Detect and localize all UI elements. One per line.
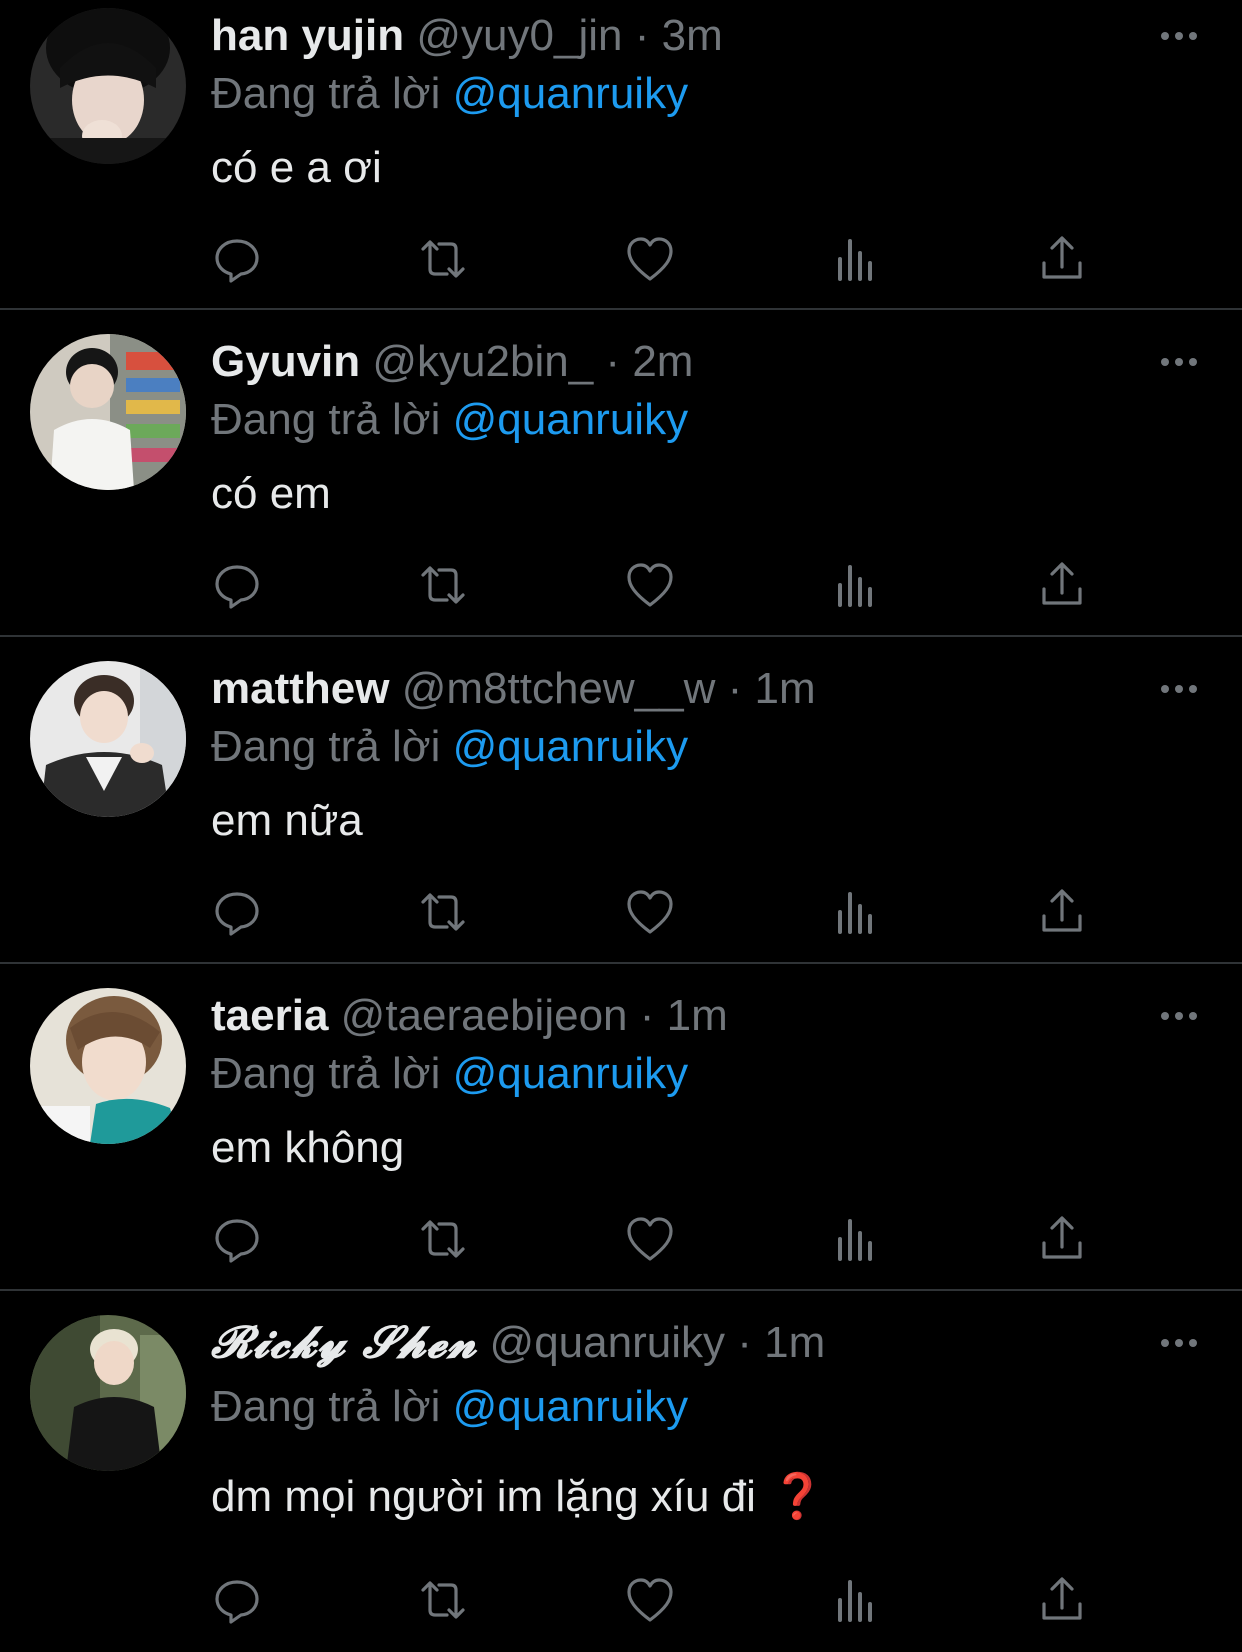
mention-link[interactable]: @quanruiky — [453, 1382, 688, 1431]
tweet-text: em nữa — [211, 796, 363, 845]
more-options-icon[interactable] — [1158, 679, 1200, 699]
reply-icon[interactable] — [211, 1574, 263, 1626]
timestamp[interactable]: 2m — [632, 337, 693, 386]
avatar[interactable] — [30, 661, 186, 817]
more-options-icon[interactable] — [1158, 1006, 1200, 1026]
more-options-icon[interactable] — [1158, 352, 1200, 372]
views-icon[interactable] — [830, 1213, 882, 1265]
mention-link[interactable]: @quanruiky — [453, 722, 688, 771]
display-name[interactable]: Gyuvin — [211, 337, 360, 386]
timestamp[interactable]: 1m — [667, 991, 728, 1040]
timestamp[interactable]: 1m — [755, 664, 816, 713]
avatar[interactable] — [30, 1315, 186, 1471]
tweet-item[interactable]: han yujin @yuy0_jin · 3m Đang trả lời @q… — [0, 0, 1242, 310]
separator-dot: · — [639, 991, 655, 1040]
display-name[interactable]: 𝓡𝓲𝓬𝓴𝔂 𝓢𝓱𝓮𝓷 — [211, 1317, 477, 1368]
separator-dot: · — [727, 664, 743, 713]
like-icon[interactable] — [624, 1574, 676, 1626]
replying-to: Đang trả lời @quanruiky — [211, 66, 688, 122]
display-name[interactable]: matthew — [211, 664, 389, 713]
more-options-icon[interactable] — [1158, 26, 1200, 46]
views-icon[interactable] — [830, 886, 882, 938]
tweet-text: có em — [211, 469, 331, 518]
display-name[interactable]: han yujin — [211, 11, 404, 60]
replying-to-label: Đang trả lời — [211, 395, 441, 444]
user-handle[interactable]: @taeraebijeon — [341, 991, 628, 1040]
replying-to-label: Đang trả lời — [211, 722, 441, 771]
mention-link[interactable]: @quanruiky — [453, 69, 688, 118]
tweet-text-content: dm mọi người im lặng xíu đi — [211, 1472, 756, 1521]
tweet-item[interactable]: taeria @taeraebijeon · 1m Đang trả lời @… — [0, 964, 1242, 1290]
like-icon[interactable] — [624, 233, 676, 285]
share-icon[interactable] — [1036, 1574, 1088, 1626]
question-mark-emoji: ❓ — [769, 1472, 825, 1521]
views-icon[interactable] — [830, 1574, 882, 1626]
separator-dot: · — [634, 11, 650, 60]
mention-link[interactable]: @quanruiky — [453, 1049, 688, 1098]
tweet-header: Gyuvin @kyu2bin_ · 2m — [211, 334, 693, 390]
replying-to: Đang trả lời @quanruiky — [211, 392, 688, 448]
like-icon[interactable] — [624, 1213, 676, 1265]
share-icon[interactable] — [1036, 559, 1088, 611]
retweet-icon[interactable] — [417, 233, 469, 285]
views-icon[interactable] — [830, 559, 882, 611]
retweet-icon[interactable] — [417, 559, 469, 611]
tweet-text: có e a ơi — [211, 143, 382, 192]
reply-icon[interactable] — [211, 233, 263, 285]
tweet-text: em không — [211, 1123, 405, 1172]
user-handle[interactable]: @m8ttchew__w — [402, 664, 716, 713]
replying-to-label: Đang trả lời — [211, 69, 441, 118]
reply-icon[interactable] — [211, 886, 263, 938]
share-icon[interactable] — [1036, 886, 1088, 938]
replying-to: Đang trả lời @quanruiky — [211, 719, 688, 775]
tweet-header: han yujin @yuy0_jin · 3m — [211, 8, 723, 64]
share-icon[interactable] — [1036, 1213, 1088, 1265]
replying-to-label: Đang trả lời — [211, 1382, 441, 1431]
avatar[interactable] — [30, 334, 186, 490]
tweet-header: matthew @m8ttchew__w · 1m — [211, 661, 816, 717]
separator-dot: · — [737, 1318, 752, 1367]
tweet-item[interactable]: Gyuvin @kyu2bin_ · 2m Đang trả lời @quan… — [0, 310, 1242, 636]
avatar[interactable] — [30, 988, 186, 1144]
share-icon[interactable] — [1036, 233, 1088, 285]
retweet-icon[interactable] — [417, 1213, 469, 1265]
mention-link[interactable]: @quanruiky — [453, 395, 688, 444]
replying-to: Đang trả lời @quanruiky — [211, 1379, 688, 1435]
user-handle[interactable]: @quanruiky — [490, 1318, 725, 1367]
tweet-item[interactable]: matthew @m8ttchew__w · 1m Đang trả lời @… — [0, 637, 1242, 963]
replying-to-label: Đang trả lời — [211, 1049, 441, 1098]
tweet-header: taeria @taeraebijeon · 1m — [211, 988, 728, 1044]
user-handle[interactable]: @yuy0_jin — [416, 11, 622, 60]
display-name[interactable]: taeria — [211, 991, 328, 1040]
tweet-text: dm mọi người im lặng xíu đi ❓ — [211, 1469, 825, 1525]
retweet-icon[interactable] — [417, 886, 469, 938]
more-options-icon[interactable] — [1158, 1333, 1200, 1353]
reply-icon[interactable] — [211, 559, 263, 611]
retweet-icon[interactable] — [417, 1574, 469, 1626]
reply-icon[interactable] — [211, 1213, 263, 1265]
like-icon[interactable] — [624, 886, 676, 938]
views-icon[interactable] — [830, 233, 882, 285]
avatar[interactable] — [30, 8, 186, 164]
replying-to: Đang trả lời @quanruiky — [211, 1046, 688, 1102]
tweet-item[interactable]: 𝓡𝓲𝓬𝓴𝔂 𝓢𝓱𝓮𝓷 @quanruiky · 1m Đang trả lời … — [0, 1291, 1242, 1652]
user-handle[interactable]: @kyu2bin_ — [372, 337, 593, 386]
separator-dot: · — [605, 337, 621, 386]
timestamp[interactable]: 1m — [764, 1318, 825, 1367]
tweet-header: 𝓡𝓲𝓬𝓴𝔂 𝓢𝓱𝓮𝓷 @quanruiky · 1m — [211, 1315, 825, 1371]
like-icon[interactable] — [624, 559, 676, 611]
timestamp[interactable]: 3m — [662, 11, 723, 60]
